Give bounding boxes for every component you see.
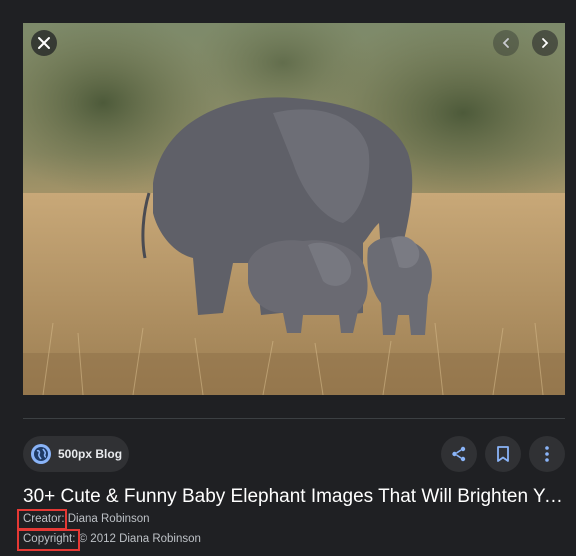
share-icon: [452, 446, 466, 462]
chevron-right-icon: [542, 38, 549, 48]
image-title[interactable]: 30+ Cute & Funny Baby Elephant Images Th…: [23, 486, 563, 508]
copyright-label: Copyright:: [23, 533, 76, 545]
next-image-button[interactable]: [532, 30, 558, 56]
source-chip[interactable]: 500px Blog: [23, 436, 129, 472]
close-button[interactable]: [31, 30, 57, 56]
image-viewer-panel: 500px Blog 30+ Cute & Funny Baby Elephan…: [0, 0, 576, 556]
creator-line: Creator: Diana Robinson: [23, 513, 150, 525]
source-name: 500px Blog: [58, 447, 123, 461]
creator-value: Diana Robinson: [67, 513, 150, 525]
share-button[interactable]: [441, 436, 477, 472]
divider: [23, 418, 565, 419]
preview-image[interactable]: [23, 23, 565, 395]
copyright-value: © 2012 Diana Robinson: [78, 533, 201, 545]
more-options-button[interactable]: [529, 436, 565, 472]
chevron-left-icon: [502, 38, 509, 48]
copyright-line: Copyright: © 2012 Diana Robinson: [23, 533, 201, 545]
save-button[interactable]: [485, 436, 521, 472]
more-vert-icon: [545, 446, 549, 462]
bookmark-icon: [497, 446, 509, 462]
globe-icon: [31, 444, 51, 464]
close-icon: [38, 37, 50, 49]
previous-image-button[interactable]: [493, 30, 519, 56]
elephant-photo: [23, 23, 565, 395]
creator-label: Creator:: [23, 513, 65, 525]
